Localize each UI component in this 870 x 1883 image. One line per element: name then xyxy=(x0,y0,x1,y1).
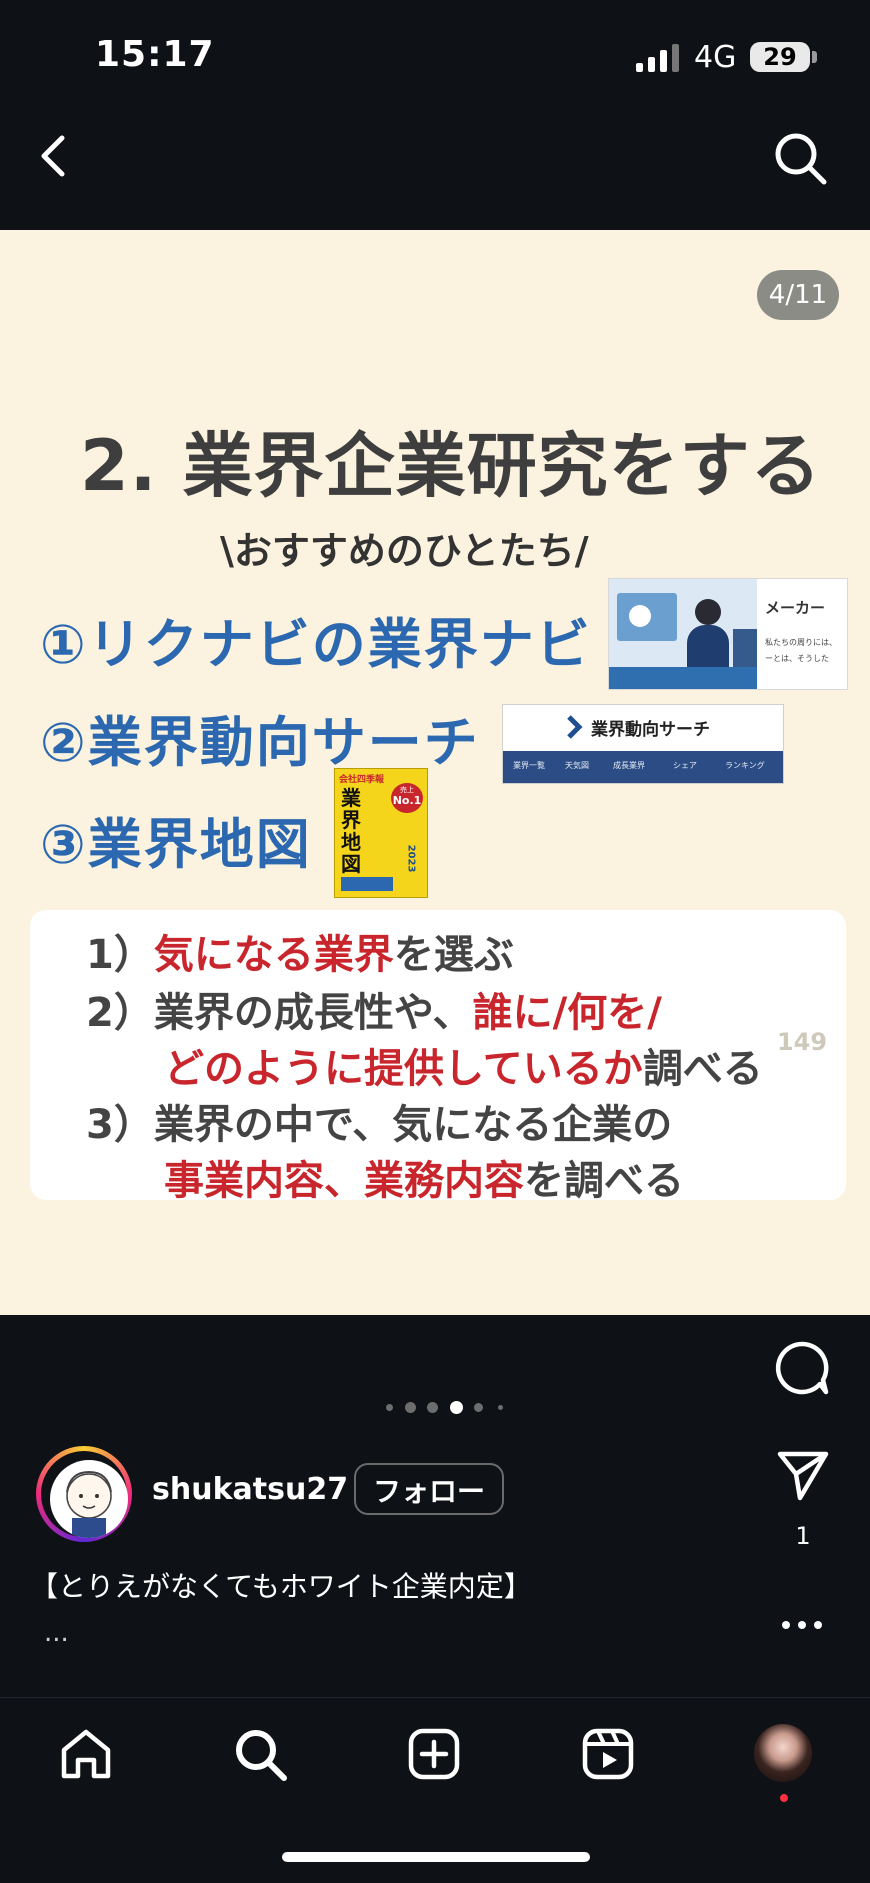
slide-title: 2. 業界企業研究をする xyxy=(80,425,822,507)
step-1-text: を選ぶ xyxy=(393,932,514,978)
step-2-highlight-1: 誰に/何を/ xyxy=(472,990,662,1036)
trend-search-thumbnail: 業界動向サーチ 業界一覧 天気図 成長業界 シェア ランキング xyxy=(502,704,784,784)
step-2-number: 2） xyxy=(86,990,154,1036)
step-3-text: 業界の中で、気になる企業の xyxy=(153,1102,673,1148)
reels-icon[interactable] xyxy=(578,1724,638,1784)
post-caption[interactable]: 【とりえがなくてもホワイト企業内定】 xyxy=(30,1565,532,1605)
signal-icon xyxy=(636,44,679,72)
share-count: 1 xyxy=(795,1522,811,1550)
post-image[interactable]: 4/11 2. 業界企業研究をする \おすすめのひとたち/ ①リクナビの業界ナビ… xyxy=(0,230,870,1315)
book-header: 会社四季報 xyxy=(339,775,385,785)
step-3: 3）業界の中で、気になる企業の xyxy=(86,1092,672,1150)
step-3-text-end: を調べる xyxy=(524,1158,684,1204)
follow-button[interactable]: フォロー xyxy=(354,1463,504,1515)
username[interactable]: shukatsu27 xyxy=(152,1472,348,1507)
avatar[interactable] xyxy=(36,1446,132,1542)
slide-counter: 4/11 xyxy=(757,270,839,320)
network-type: 4G xyxy=(694,40,737,75)
heart-icon[interactable] xyxy=(772,952,832,1008)
book-year: 2023 xyxy=(405,844,417,873)
battery-tip xyxy=(812,51,817,63)
step-2-highlight-2: どのように提供しているか xyxy=(164,1046,643,1092)
like-count[interactable]: 149 xyxy=(760,1028,844,1056)
trend-menu-4: シェア xyxy=(673,761,697,770)
gyokai-chizu-book-cover: 会社四季報 売上 No.1 業界地図 2023 xyxy=(334,768,428,898)
create-icon[interactable] xyxy=(404,1724,464,1784)
step-2-text: 業界の成長性や、 xyxy=(153,990,473,1036)
step-2-text-end: 調べる xyxy=(642,1046,763,1092)
step-1: 1）気になる業界を選ぶ xyxy=(86,922,514,980)
rikunabi-text-1: 私たちの周りには、 xyxy=(765,638,837,647)
step-2-line-2: どのように提供しているか調べる xyxy=(164,1036,763,1094)
profile-tab-avatar[interactable] xyxy=(754,1724,812,1782)
step-3-highlight: 事業内容、業務内容 xyxy=(164,1158,524,1204)
search-icon[interactable] xyxy=(770,128,830,188)
trend-menu-3: 成長業界 xyxy=(613,761,645,770)
rikunabi-thumbnail: メーカー 私たちの周りには、 ーとは、そうした xyxy=(608,578,848,690)
step-3-number: 3） xyxy=(86,1102,154,1148)
trend-title: 業界動向サーチ xyxy=(591,720,710,740)
step-1-highlight: 気になる業界 xyxy=(153,932,394,978)
rikunabi-text-2: ーとは、そうした xyxy=(765,654,829,663)
more-icon[interactable] xyxy=(780,1610,824,1640)
rikunabi-label: メーカー xyxy=(765,599,826,617)
recommend-item-2: ②業界動向サーチ xyxy=(40,711,480,774)
trend-menu-2: 天気図 xyxy=(565,761,589,770)
search-icon[interactable] xyxy=(230,1724,290,1784)
book-title: 業界地図 xyxy=(341,786,361,876)
slide-subtitle: \おすすめのひとたち/ xyxy=(220,529,589,573)
step-3-line-2: 事業内容、業務内容を調べる xyxy=(164,1148,684,1206)
recommend-item-3: ③業界地図 xyxy=(40,813,312,876)
step-2: 2）業界の成長性や、誰に/何を/ xyxy=(86,980,662,1038)
steps-box: 1）気になる業界を選ぶ 2）業界の成長性や、誰に/何を/ どのように提供している… xyxy=(30,910,846,1204)
status-time: 15:17 xyxy=(95,34,215,75)
book-badge-main: No.1 xyxy=(392,794,422,807)
step-1-number: 1） xyxy=(86,932,154,978)
home-icon[interactable] xyxy=(56,1724,116,1784)
recommend-item-1: ①リクナビの業界ナビ xyxy=(40,613,592,676)
avatar-illustration xyxy=(66,1470,112,1538)
chevron-right-icon xyxy=(567,715,583,739)
trend-menu-5: ランキング xyxy=(725,761,765,770)
caption-more[interactable]: ... xyxy=(44,1618,69,1648)
send-icon[interactable] xyxy=(776,1448,830,1502)
home-indicator xyxy=(282,1852,590,1862)
notification-dot xyxy=(780,1794,788,1802)
comment-icon[interactable] xyxy=(772,1338,832,1398)
battery-icon: 29 xyxy=(750,42,810,72)
trend-menu-1: 業界一覧 xyxy=(513,761,545,770)
back-arrow-icon[interactable] xyxy=(30,130,82,182)
